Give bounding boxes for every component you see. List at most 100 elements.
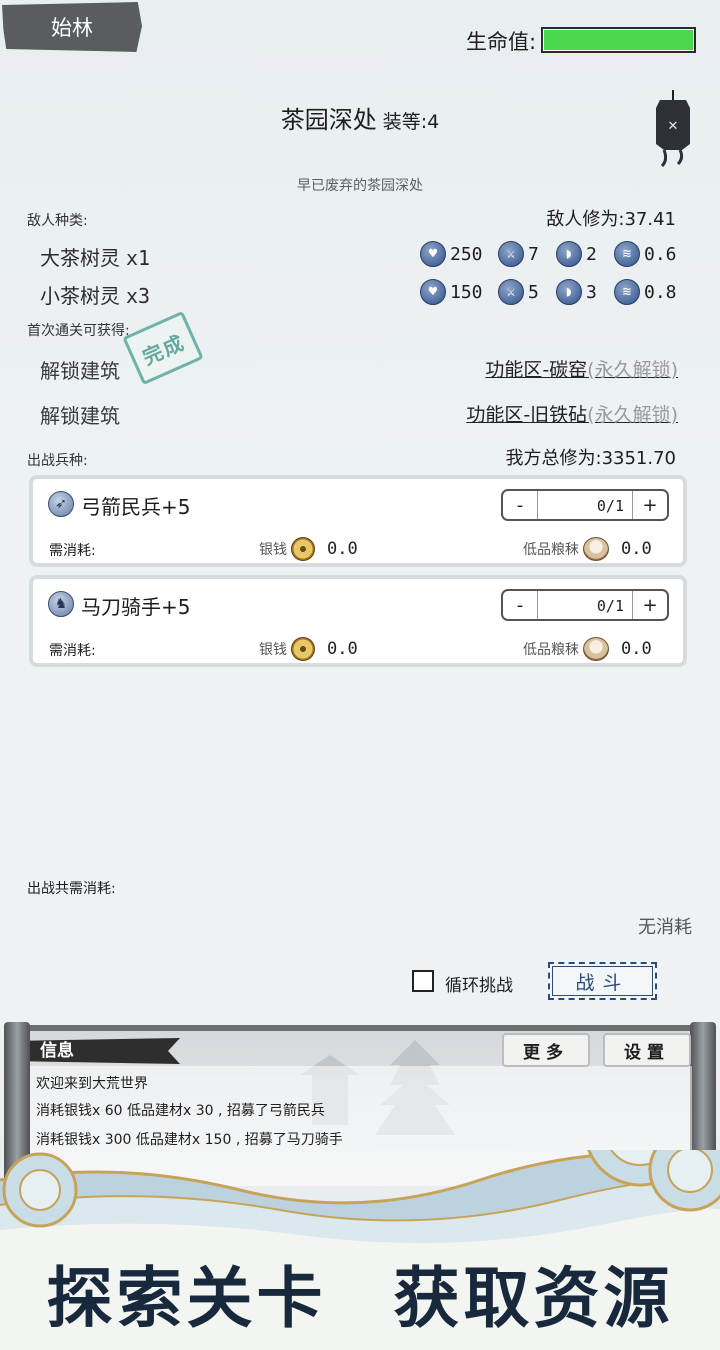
close-tag-icon[interactable]: ✕ [650,88,696,168]
reward-label: 解锁建筑 [40,359,120,383]
silver-cost: 银钱 0.0 [259,637,358,661]
quantity-value: 0/1 [537,491,633,519]
silver-value: 0.0 [327,539,358,559]
enemy-name: 小茶树灵 [40,284,120,308]
cost-label: 需消耗: [49,543,96,559]
info-title: 信息 [30,1038,180,1064]
enemy-def: ◗ 2 [556,241,597,267]
total-cost-label: 出战共需消耗: [27,881,116,897]
reward-label: 解锁建筑 [40,404,120,428]
reward-target: 功能区-碳窑 [485,359,588,381]
hp-label: 生命值: [466,30,537,54]
promo-banner: 探索关卡 获取资源 [0,1245,720,1341]
enemy-def: ◗ 3 [556,279,597,305]
reward-target-link[interactable]: 功能区-旧铁砧(永久解锁) [400,400,678,427]
silver-cost: 银钱 0.0 [259,537,358,561]
enemy-count: x1 [126,246,151,270]
total-cost-value: 无消耗 [638,917,692,938]
completed-stamp: 完成 [122,310,204,386]
grain-icon [583,537,609,561]
grain-label: 低品粮秣 [523,642,579,658]
enemy-count: x3 [126,284,151,308]
sword-icon: ⚔ [498,279,524,305]
hp-bar [541,27,696,53]
stage-level: 装等:4 [382,111,440,133]
enemy-atk-value: 7 [528,243,539,265]
fight-button[interactable]: 战斗 [548,962,657,1000]
unit-card: ♞ 马刀骑手+5 - 0/1 + 需消耗: 银钱 0.0 低品粮秣 0.0 [29,575,687,667]
reward-target-link[interactable]: 功能区-碳窑(永久解锁) [400,355,678,382]
grain-icon [583,637,609,661]
grain-label: 低品粮秣 [523,542,579,558]
troop-section-label: 出战兵种: [27,453,88,469]
enemy-atk: ⚔ 5 [498,279,539,305]
silver-value: 0.0 [327,639,358,659]
coin-icon [291,637,315,661]
svg-text:✕: ✕ [668,119,679,134]
enemy-def-value: 2 [586,243,597,265]
decrease-button[interactable]: - [503,591,537,619]
wing-icon: ≋ [614,241,640,267]
wing-icon: ≋ [614,279,640,305]
decrease-button[interactable]: - [503,491,537,519]
quantity-stepper: - 0/1 + [501,489,669,521]
enemy-power: 敌人修为:37.41 [546,209,676,230]
coin-icon [291,537,315,561]
increase-button[interactable]: + [633,491,667,519]
unit-card: ➶ 弓箭民兵+5 - 0/1 + 需消耗: 银钱 0.0 低品粮秣 0.0 [29,475,687,567]
grain-cost: 低品粮秣 0.0 [523,537,652,561]
loop-checkbox[interactable] [412,970,434,992]
settings-button[interactable]: 设置 [603,1033,691,1067]
unit-name: 马刀骑手+5 [81,595,191,619]
message-line: 欢迎来到大荒世界 [36,1076,148,1092]
cost-label: 需消耗: [49,643,96,659]
quantity-stepper: - 0/1 + [501,589,669,621]
enemy-row: 大茶树灵 x1 [40,242,150,271]
silver-label: 银钱 [259,642,287,658]
sword-icon: ⚔ [498,241,524,267]
loop-label[interactable]: 循环挑战 [445,971,513,996]
enemy-hp: ♥ 250 [420,241,483,267]
heart-icon: ♥ [420,279,446,305]
enemy-def-value: 3 [586,281,597,303]
grain-value: 0.0 [621,639,652,659]
unit-name: 弓箭民兵+5 [81,495,191,519]
enemy-spd-value: 0.8 [644,281,677,303]
increase-button[interactable]: + [633,591,667,619]
shield-icon: ◗ [556,241,582,267]
heart-icon: ♥ [420,241,446,267]
enemy-name: 大茶树灵 [40,246,120,270]
reward-note: (永久解锁) [587,404,678,426]
more-button[interactable]: 更多 [502,1033,590,1067]
reward-section-label: 首次通关可获得: [27,323,130,339]
stage-title: 茶园深处 装等:4 [0,100,720,135]
quantity-value: 0/1 [537,591,633,619]
grain-value: 0.0 [621,539,652,559]
enemy-spd-value: 0.6 [644,243,677,265]
stage-description: 早已废弃的茶园深处 [297,178,423,194]
banner-right: 获取资源 [393,1259,674,1337]
enemy-spd: ≋ 0.8 [614,279,677,305]
reward-note: (永久解锁) [587,359,678,381]
hp-bar-fill [544,30,693,50]
message-line: 消耗银钱x 60 低品建材x 30 , 招募了弓箭民兵 [36,1103,325,1119]
enemy-row: 小茶树灵 x3 [40,280,150,309]
our-power: 我方总修为:3351.70 [505,448,677,469]
enemy-hp-value: 250 [450,243,483,265]
bow-icon: ➶ [48,491,74,517]
horse-icon: ♞ [48,591,74,617]
player-name-tag[interactable]: 始林 [2,2,142,52]
enemy-section-label: 敌人种类: [27,213,88,229]
silver-label: 银钱 [259,542,287,558]
enemy-hp: ♥ 150 [420,279,483,305]
enemy-atk: ⚔ 7 [498,241,539,267]
grain-cost: 低品粮秣 0.0 [523,637,652,661]
message-line: 消耗银钱x 300 低品建材x 150 , 招募了马刀骑手 [36,1132,343,1148]
enemy-spd: ≋ 0.6 [614,241,677,267]
enemy-atk-value: 5 [528,281,539,303]
banner-left: 探索关卡 [46,1259,327,1337]
shield-icon: ◗ [556,279,582,305]
reward-target: 功能区-旧铁砧 [466,404,588,426]
enemy-hp-value: 150 [450,281,483,303]
stage-name: 茶园深处 [280,106,377,134]
